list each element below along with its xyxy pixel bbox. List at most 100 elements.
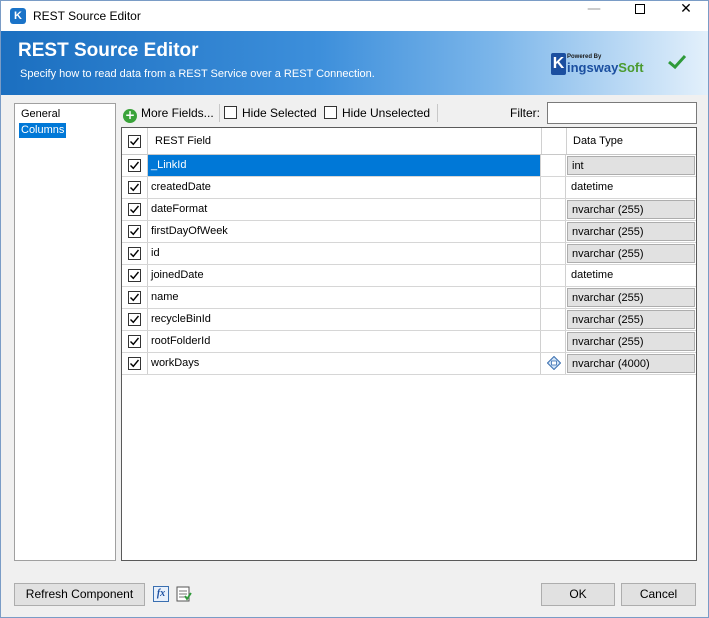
columns-grid: REST Field Data Type _LinkId int createdDa… <box>121 127 697 561</box>
table-row[interactable]: dateFormat nvarchar (255) <box>122 199 696 221</box>
minimize-button[interactable]: — <box>571 1 617 31</box>
rest-field-name[interactable]: rootFolderId <box>148 331 541 352</box>
field-icon-cell <box>541 265 566 286</box>
rest-field-name[interactable]: id <box>148 243 541 264</box>
checkbox-box <box>224 106 237 119</box>
data-type-cell[interactable]: datetime <box>567 266 695 285</box>
field-icon-cell <box>541 353 566 374</box>
data-type-cell[interactable]: nvarchar (255) <box>567 244 695 263</box>
data-type-header[interactable]: Data Type <box>573 135 623 147</box>
cancel-button[interactable]: Cancel <box>621 583 696 606</box>
rest-field-name[interactable]: firstDayOfWeek <box>148 221 541 242</box>
rest-field-name[interactable]: workDays <box>148 353 541 374</box>
nav-item-columns[interactable]: Columns <box>19 123 67 138</box>
row-checkbox[interactable] <box>128 313 141 326</box>
window-title: REST Source Editor <box>33 9 141 23</box>
data-type-cell[interactable]: datetime <box>567 178 695 197</box>
checkmark-icon <box>668 54 687 70</box>
rest-field-name[interactable]: _LinkId <box>148 155 541 176</box>
row-checkbox[interactable] <box>128 203 141 216</box>
table-row[interactable]: firstDayOfWeek nvarchar (255) <box>122 221 696 243</box>
check-mark-icon <box>130 205 140 214</box>
table-row[interactable]: createdDate datetime <box>122 177 696 199</box>
row-checkbox[interactable] <box>128 159 141 172</box>
data-type-cell[interactable]: nvarchar (255) <box>567 200 695 219</box>
hide-unselected-label: Hide Unselected <box>342 106 431 120</box>
filter-input[interactable] <box>547 102 697 124</box>
check-mark-icon <box>130 315 140 324</box>
row-checkbox-cell <box>122 221 148 242</box>
check-mark-icon <box>130 161 140 170</box>
hide-selected-checkbox[interactable]: Hide Selected <box>224 105 317 121</box>
table-row[interactable]: name nvarchar (255) <box>122 287 696 309</box>
maximize-icon <box>635 4 645 14</box>
table-row[interactable]: _LinkId int <box>122 155 696 177</box>
data-type-cell[interactable]: nvarchar (255) <box>567 288 695 307</box>
table-row[interactable]: workDays nvarchar (4000) <box>122 353 696 375</box>
data-type-cell[interactable]: nvarchar (255) <box>567 222 695 241</box>
more-fields-button[interactable]: + More Fields... <box>123 104 214 123</box>
row-checkbox[interactable] <box>128 247 141 260</box>
kingswaysoft-app-icon: K <box>10 8 26 24</box>
page-navigation-list: General Columns <box>14 103 116 561</box>
nav-item-general[interactable]: General <box>19 107 62 122</box>
header-banner: REST Source Editor Specify how to read d… <box>1 31 708 95</box>
ok-button[interactable]: OK <box>541 583 615 606</box>
brand-k-mark: K <box>551 53 566 75</box>
more-fields-label: More Fields... <box>141 106 214 120</box>
rest-field-name[interactable]: createdDate <box>148 177 541 198</box>
check-mark-icon <box>130 249 140 258</box>
field-icon-cell <box>541 221 566 242</box>
hide-selected-label: Hide Selected <box>242 106 317 120</box>
data-type-cell[interactable]: int <box>567 156 695 175</box>
row-checkbox[interactable] <box>128 181 141 194</box>
maximize-button[interactable] <box>617 1 663 31</box>
column-divider <box>566 128 567 154</box>
table-row[interactable]: rootFolderId nvarchar (255) <box>122 331 696 353</box>
close-button[interactable]: ✕ <box>663 1 709 31</box>
select-all-checkbox[interactable] <box>128 135 141 148</box>
data-type-cell[interactable]: nvarchar (255) <box>567 310 695 329</box>
table-row[interactable]: joinedDate datetime <box>122 265 696 287</box>
array-diamond-icon[interactable] <box>547 356 561 370</box>
field-icon-cell <box>541 243 566 264</box>
data-type-cell[interactable]: nvarchar (255) <box>567 332 695 351</box>
row-checkbox[interactable] <box>128 269 141 282</box>
row-checkbox-cell <box>122 265 148 286</box>
hide-unselected-checkbox[interactable]: Hide Unselected <box>324 105 430 121</box>
table-row[interactable]: recycleBinId nvarchar (255) <box>122 309 696 331</box>
check-mark-icon <box>130 227 140 236</box>
table-row[interactable]: id nvarchar (255) <box>122 243 696 265</box>
kingswaysoft-logo: K Powered By ingswaySoft <box>551 51 651 81</box>
field-icon-cell <box>541 177 566 198</box>
variables-grid-icon[interactable] <box>176 586 192 602</box>
rest-field-name[interactable]: name <box>148 287 541 308</box>
rest-field-header[interactable]: REST Field <box>155 135 211 147</box>
rest-field-name[interactable]: recycleBinId <box>148 309 541 330</box>
checkbox-box <box>324 106 337 119</box>
banner-title: REST Source Editor <box>18 40 199 61</box>
row-checkbox[interactable] <box>128 357 141 370</box>
row-checkbox-cell <box>122 155 148 176</box>
rest-field-name[interactable]: dateFormat <box>148 199 541 220</box>
check-mark-icon <box>130 293 140 302</box>
row-checkbox[interactable] <box>128 225 141 238</box>
dialog-window: K REST Source Editor — ✕ REST Source Edi… <box>0 0 709 618</box>
title-bar: K REST Source Editor — ✕ <box>1 1 708 31</box>
toolbar-divider <box>219 104 220 122</box>
rest-field-name[interactable]: joinedDate <box>148 265 541 286</box>
brand-name-part-b: Soft <box>618 60 644 75</box>
filter-label: Filter: <box>510 106 540 120</box>
column-divider <box>541 128 542 154</box>
refresh-component-button[interactable]: Refresh Component <box>14 583 145 606</box>
row-checkbox[interactable] <box>128 291 141 304</box>
data-type-cell[interactable]: nvarchar (4000) <box>567 354 695 373</box>
banner-subtitle: Specify how to read data from a REST Ser… <box>20 68 375 80</box>
check-mark-icon <box>130 137 140 146</box>
toolbar-divider <box>437 104 438 122</box>
expression-fx-icon[interactable]: fx <box>153 586 169 602</box>
check-mark-icon <box>130 271 140 280</box>
field-icon-cell <box>541 287 566 308</box>
row-checkbox-cell <box>122 287 148 308</box>
row-checkbox[interactable] <box>128 335 141 348</box>
